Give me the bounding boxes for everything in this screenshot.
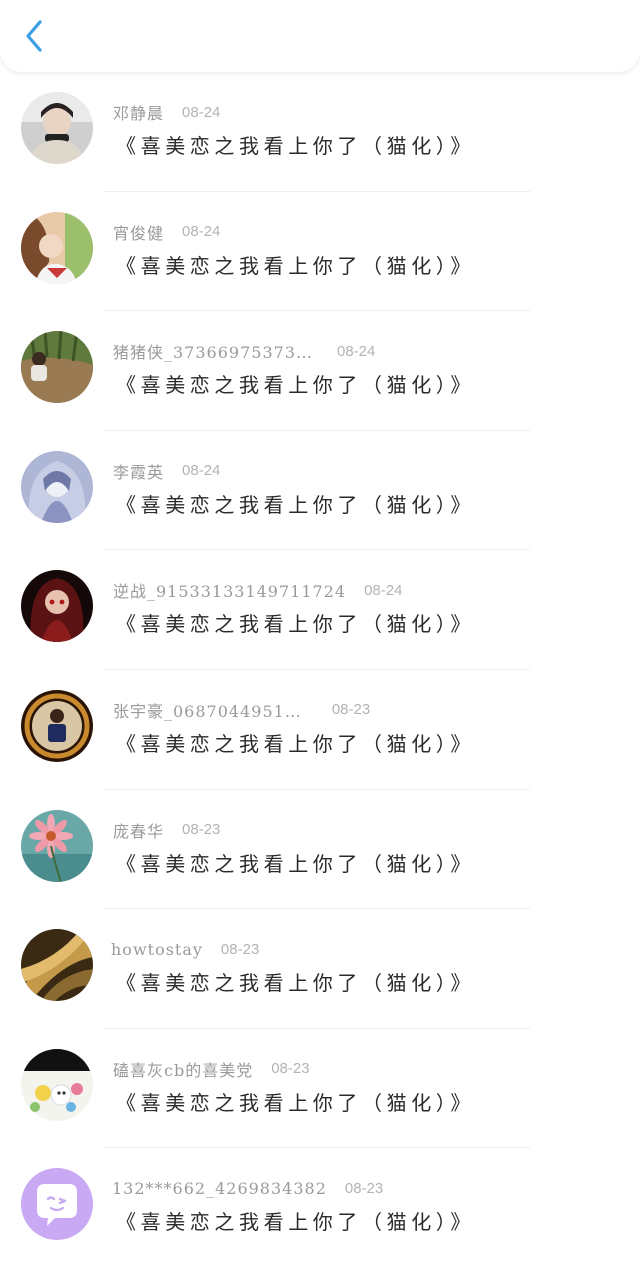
story-title[interactable]: 《喜美恋之我看上你了（猫化）》 xyxy=(116,489,475,518)
avatar[interactable] xyxy=(21,570,93,643)
list-item[interactable]: 张宇豪_0687044951… 08-23 《喜美恋之我看上你了（猫化）》 xyxy=(0,670,640,790)
post-date: 08-24 xyxy=(182,462,221,480)
user-name: 宵俊健 xyxy=(113,223,165,243)
story-title[interactable]: 《喜美恋之我看上你了（猫化）》 xyxy=(116,130,475,159)
avatar[interactable] xyxy=(21,450,93,523)
list-item[interactable]: 宵俊健 08-24 《喜美恋之我看上你了（猫化）》 xyxy=(0,192,640,312)
user-name: 逆战_91533133149711724 xyxy=(113,582,347,602)
post-date: 08-23 xyxy=(344,1179,384,1197)
user-name: 猪猪侠_37366975373… xyxy=(113,343,313,363)
user-name: 磕喜灰cb的喜美党 xyxy=(113,1060,254,1080)
list-item[interactable]: 逆战_91533133149711724 08-24 《喜美恋之我看上你了（猫化… xyxy=(0,550,640,670)
story-title[interactable]: 《喜美恋之我看上你了（猫化）》 xyxy=(116,369,475,398)
avatar[interactable] xyxy=(21,689,93,762)
story-title[interactable]: 《喜美恋之我看上你了（猫化）》 xyxy=(116,728,475,757)
list-item[interactable]: 邓静晨 08-24 《喜美恋之我看上你了（猫化）》 xyxy=(0,72,640,192)
message-list: 邓静晨 08-24 《喜美恋之我看上你了（猫化）》 宵俊健 08-24 《喜美恋… xyxy=(0,72,640,1268)
avatar[interactable] xyxy=(21,1168,93,1241)
chevron-left-icon xyxy=(26,20,42,52)
list-item[interactable]: howtostay 08-23 《喜美恋之我看上你了（猫化）》 xyxy=(0,909,640,1029)
user-name: 邓静晨 xyxy=(113,104,165,123)
avatar[interactable] xyxy=(21,331,93,404)
avatar[interactable] xyxy=(21,929,93,1002)
list-item[interactable]: 庞春华 08-23 《喜美恋之我看上你了（猫化）》 xyxy=(0,790,640,910)
post-date: 08-23 xyxy=(182,821,221,839)
story-title[interactable]: 《喜美恋之我看上你了（猫化）》 xyxy=(116,1206,475,1235)
list-item[interactable]: 猪猪侠_37366975373… 08-24 《喜美恋之我看上你了（猫化）》 xyxy=(0,311,640,431)
list-item[interactable]: 132***662_4269834382 08-23 《喜美恋之我看上你了（猫化… xyxy=(0,1148,640,1268)
user-name: 132***662_4269834382 xyxy=(112,1178,327,1198)
list-item[interactable]: 磕喜灰cb的喜美党 08-23 《喜美恋之我看上你了（猫化）》 xyxy=(0,1029,640,1149)
story-title[interactable]: 《喜美恋之我看上你了（猫化）》 xyxy=(116,1087,475,1116)
avatar[interactable] xyxy=(21,1048,93,1121)
story-title[interactable]: 《喜美恋之我看上你了（猫化）》 xyxy=(116,967,475,996)
avatar[interactable] xyxy=(21,809,93,882)
post-date: 08-24 xyxy=(364,581,403,599)
user-name: 张宇豪_0687044951… xyxy=(113,701,302,721)
post-date: 08-23 xyxy=(220,940,260,958)
post-date: 08-24 xyxy=(182,223,221,241)
story-title[interactable]: 《喜美恋之我看上你了（猫化）》 xyxy=(116,250,475,279)
back-button[interactable] xyxy=(14,16,54,56)
avatar[interactable] xyxy=(21,211,93,284)
post-date: 08-24 xyxy=(336,342,376,360)
story-title[interactable]: 《喜美恋之我看上你了（猫化）》 xyxy=(116,848,475,877)
user-name: 庞春华 xyxy=(113,821,165,841)
list-item[interactable]: 李霞英 08-24 《喜美恋之我看上你了（猫化）》 xyxy=(0,431,640,551)
post-date: 08-23 xyxy=(271,1060,310,1078)
post-date: 08-24 xyxy=(182,103,221,121)
story-title[interactable]: 《喜美恋之我看上你了（猫化）》 xyxy=(116,608,475,637)
user-name: howtostay xyxy=(111,939,203,959)
user-name: 李霞英 xyxy=(113,462,165,482)
top-bar xyxy=(0,0,640,72)
post-date: 08-23 xyxy=(331,701,371,719)
avatar[interactable] xyxy=(21,92,93,164)
